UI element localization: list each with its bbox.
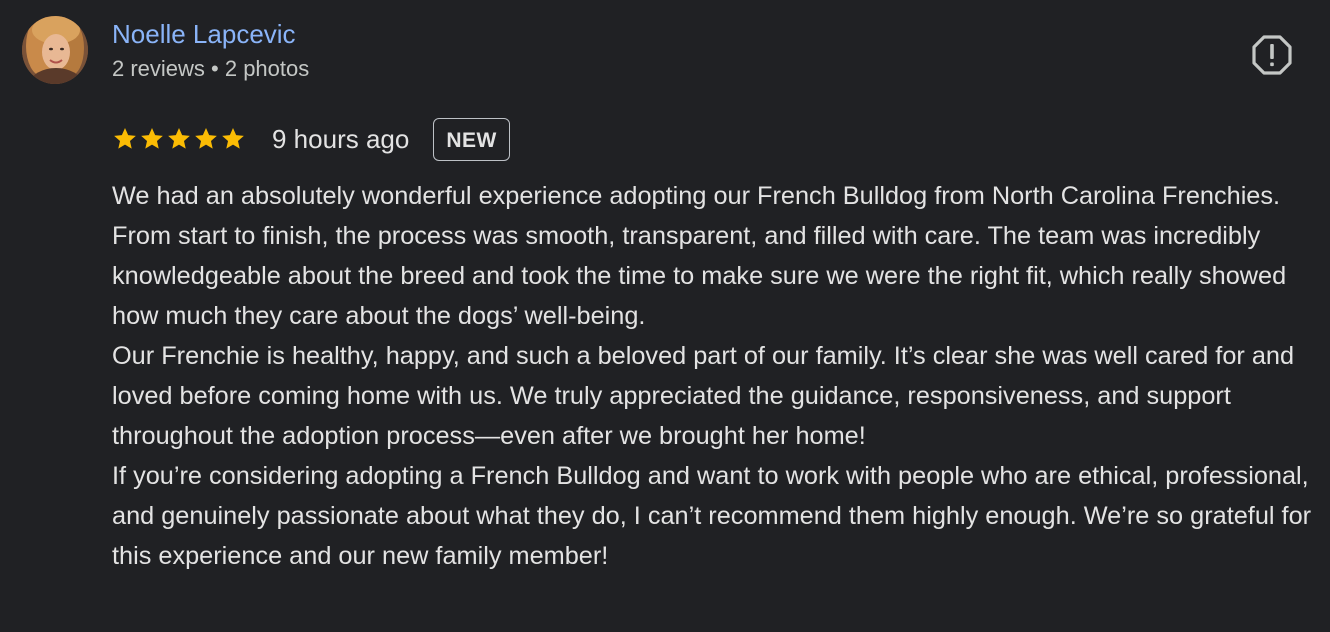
reviewer-stats: 2 reviews • 2 photos [112, 56, 310, 81]
review-text: We had an absolutely wonderful experienc… [112, 176, 1322, 576]
star-icon [168, 127, 190, 149]
report-octagon-icon [1252, 35, 1292, 75]
star-icon [222, 127, 244, 149]
review-time: 9 hours ago [272, 124, 410, 154]
avatar[interactable] [22, 16, 88, 84]
review-paragraph: If you’re considering adopting a French … [112, 462, 1312, 570]
rating-row: 9 hours ago NEW [112, 116, 510, 162]
report-button[interactable] [1250, 33, 1294, 77]
review-card: Noelle Lapcevic 2 reviews • 2 photos 9 h… [0, 0, 1330, 632]
profile-photo-image [22, 16, 88, 84]
reviewer-name[interactable]: Noelle Lapcevic [112, 18, 296, 50]
star-icon [141, 127, 163, 149]
new-badge: NEW [433, 117, 510, 161]
star-icon [114, 127, 136, 149]
star-rating [112, 126, 246, 152]
review-paragraph: Our Frenchie is healthy, happy, and such… [112, 342, 1295, 450]
star-icon [195, 127, 217, 149]
review-paragraph: We had an absolutely wonderful experienc… [112, 182, 1287, 330]
